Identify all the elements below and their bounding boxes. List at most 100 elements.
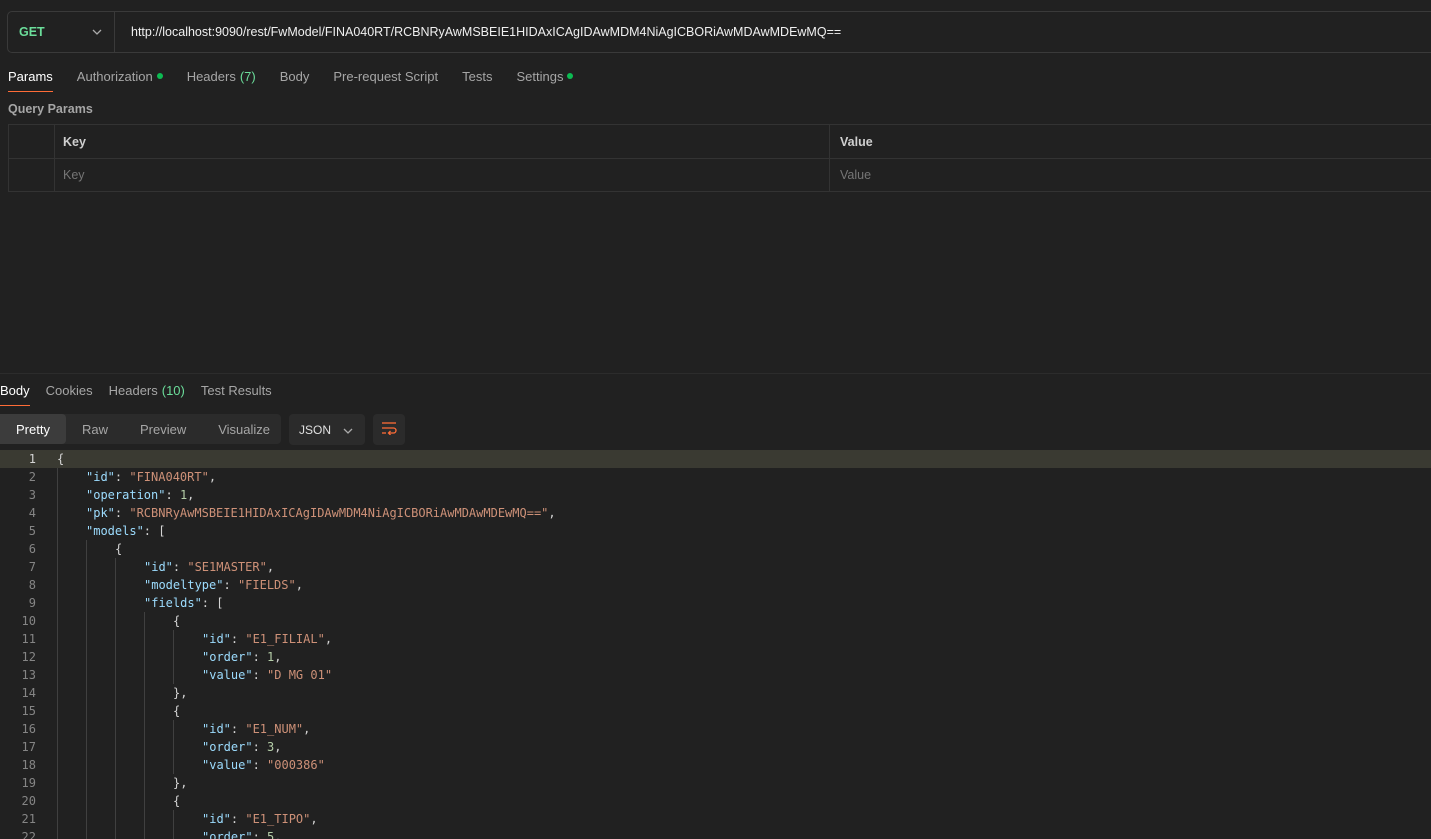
query-params-table: Key Value (8, 124, 1431, 192)
view-raw-button[interactable]: Raw (66, 414, 124, 444)
line-number: 18 (21, 758, 36, 772)
code-line: 7 "id": "SE1MASTER", (0, 558, 1431, 576)
tab-count: (10) (161, 382, 185, 398)
tab-response-headers[interactable]: Headers (10) (109, 382, 185, 398)
method-select[interactable]: GET (8, 12, 115, 52)
value-cell (830, 159, 1431, 191)
tab-body[interactable]: Body (280, 68, 310, 84)
line-number: 21 (21, 812, 36, 826)
status-dot-icon (567, 73, 574, 79)
code-text: "id": "E1_FILIAL", (202, 632, 333, 646)
pane-divider[interactable] (0, 373, 1431, 374)
value-input[interactable] (840, 168, 1400, 182)
url-input[interactable] (131, 25, 1431, 39)
line-number: 22 (21, 830, 36, 839)
code-line: 8 "modeltype": "FIELDS", (0, 576, 1431, 594)
code-text: "id": "SE1MASTER", (144, 560, 275, 574)
tab-label: Settings (516, 68, 564, 84)
format-label: JSON (299, 422, 332, 437)
code-line: 10 { (0, 612, 1431, 630)
tab-label: Test Results (200, 382, 272, 398)
tab-label: Params (8, 68, 53, 84)
code-line: 5 "models": [ (0, 522, 1431, 540)
code-text: "fields": [ (144, 596, 224, 610)
format-select[interactable]: JSON (289, 414, 365, 445)
chevron-down-icon (92, 27, 102, 38)
tab-response-body[interactable]: Body (0, 382, 30, 406)
line-number: 13 (21, 668, 36, 682)
tab-label: Pre-request Script (333, 68, 439, 84)
tab-pre-request-script[interactable]: Pre-request Script (333, 68, 438, 84)
code-text: }, (173, 686, 188, 700)
tab-label: Authorization (76, 68, 153, 84)
view-mode-selector: Pretty Raw Preview Visualize (0, 414, 281, 444)
checkbox-column-header (9, 125, 55, 158)
row-checkbox[interactable] (9, 159, 55, 191)
code-line: 16 "id": "E1_NUM", (0, 720, 1431, 738)
status-dot-icon (156, 73, 163, 79)
table-row (9, 158, 1431, 191)
tab-tests[interactable]: Tests (462, 68, 492, 84)
line-number: 6 (28, 542, 36, 556)
wrap-lines-button[interactable] (373, 414, 405, 445)
value-column-header: Value (830, 125, 1431, 158)
code-text: "order": 1, (202, 650, 282, 664)
line-number: 16 (21, 722, 36, 736)
response-body-editor[interactable]: 1{ 2 "id": "FINA040RT", 3 "operation": 1, 4 "p… (0, 450, 1431, 839)
key-input[interactable] (63, 168, 763, 182)
key-column-header: Key (55, 125, 830, 158)
line-number: 5 (28, 524, 36, 538)
code-text: "id": "E1_TIPO", (202, 812, 318, 826)
value-header-label: Value (840, 134, 873, 149)
code-line: 4 "pk": "RCBNRyAwMSBEIE1HIDAxICAgIDAwMDM4… (0, 504, 1431, 522)
view-visualize-button[interactable]: Visualize (202, 414, 286, 444)
code-line: 14}, (0, 684, 1431, 702)
line-number: 15 (21, 704, 36, 718)
code-line: 13 "value": "D MG 01" (0, 666, 1431, 684)
code-text: { (173, 614, 181, 628)
tab-label: Headers (186, 68, 236, 84)
tab-headers[interactable]: Headers (7) (187, 68, 256, 84)
request-tabs: Params Authorization Headers (7) Body Pre… (8, 68, 574, 92)
tab-cookies[interactable]: Cookies (46, 382, 93, 398)
method-label: GET (19, 25, 45, 39)
response-tabs: Body Cookies Headers (10) Test Results (0, 382, 272, 406)
line-number: 10 (21, 614, 36, 628)
code-line: 12 "order": 1, (0, 648, 1431, 666)
view-preview-button[interactable]: Preview (124, 414, 202, 444)
tab-test-results[interactable]: Test Results (201, 382, 272, 398)
code-line: 1{ (0, 450, 1431, 468)
code-text: "value": "000386" (202, 758, 325, 772)
line-number: 2 (28, 470, 36, 484)
code-text: { (173, 794, 181, 808)
code-text: "operation": 1, (86, 488, 195, 502)
line-number: 7 (28, 560, 36, 574)
code-text: "id": "FINA040RT", (86, 470, 217, 484)
line-number: 20 (21, 794, 36, 808)
tab-settings[interactable]: Settings (516, 68, 574, 84)
code-text: "modeltype": "FIELDS", (144, 578, 303, 592)
code-text: "order": 5, (202, 830, 282, 839)
key-cell (55, 159, 830, 191)
table-header-row: Key Value (9, 125, 1431, 158)
line-number: 3 (28, 488, 36, 502)
tab-params[interactable]: Params (8, 68, 53, 92)
tab-label: Body (279, 68, 310, 84)
query-params-title: Query Params (8, 102, 93, 116)
tab-label: Body (0, 382, 30, 398)
code-line: 9 "fields": [ (0, 594, 1431, 612)
chevron-down-icon (343, 422, 353, 437)
line-number: 12 (21, 650, 36, 664)
code-line: 3 "operation": 1, (0, 486, 1431, 504)
line-number: 8 (28, 578, 36, 592)
view-pretty-button[interactable]: Pretty (0, 414, 66, 444)
code-line: 6{ (0, 540, 1431, 558)
request-url-bar: GET (7, 11, 1431, 53)
code-line: 21 "id": "E1_TIPO", (0, 810, 1431, 828)
code-text: "models": [ (86, 524, 166, 538)
tab-label: Tests (462, 68, 493, 84)
code-text: { (173, 704, 181, 718)
code-line: 18 "value": "000386" (0, 756, 1431, 774)
tab-authorization[interactable]: Authorization (77, 68, 163, 84)
code-text: "pk": "RCBNRyAwMSBEIE1HIDAxICAgIDAwMDM4N… (86, 506, 556, 520)
